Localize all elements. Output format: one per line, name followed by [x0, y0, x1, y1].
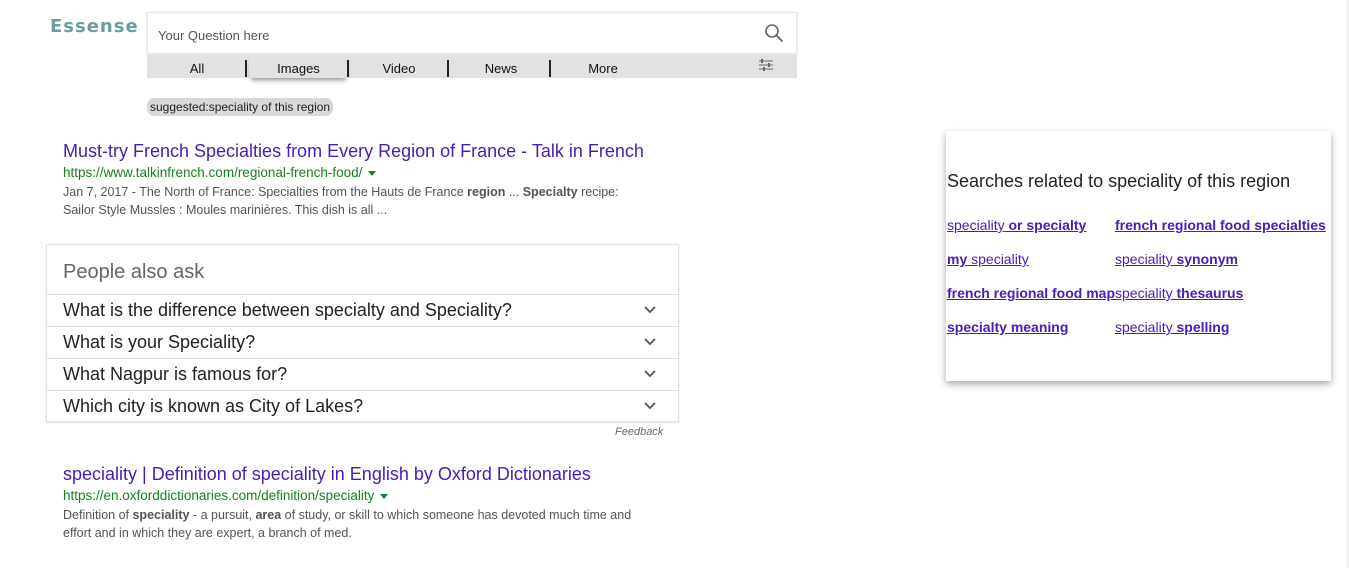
tools-sliders-icon[interactable]: [758, 58, 774, 72]
related-search-link[interactable]: speciality or specialty: [947, 217, 1086, 233]
url-dropdown-caret-icon[interactable]: [380, 493, 389, 499]
snippet-highlight: speciality: [132, 508, 190, 522]
tab-images[interactable]: Images: [249, 55, 348, 78]
paa-question[interactable]: What Nagpur is famous for?: [47, 358, 678, 391]
result-url: https://www.talkinfrench.com/regional-fr…: [63, 163, 683, 183]
search-box: [147, 12, 797, 54]
result-title-link[interactable]: Must-try French Specialties from Every R…: [63, 140, 683, 162]
tab-more[interactable]: More: [551, 55, 655, 78]
related-search-link[interactable]: speciality spelling: [1115, 319, 1229, 335]
feedback-link[interactable]: Feedback: [615, 426, 663, 438]
search-input[interactable]: [156, 23, 750, 47]
paa-question[interactable]: Which city is known as City of Lakes?: [47, 390, 678, 423]
snippet-text: Jan 7, 2017 - The North of France: Speci…: [63, 185, 468, 199]
paa-question-text: Which city is known as City of Lakes?: [63, 396, 364, 416]
search-result: Must-try French Specialties from Every R…: [63, 140, 683, 219]
related-search-link[interactable]: speciality thesaurus: [1115, 285, 1243, 301]
snippet-text: of study, or skill to which someone has …: [281, 508, 632, 522]
chevron-down-icon: [644, 338, 656, 346]
snippet-highlight: area: [255, 508, 282, 522]
paa-question-text: What Nagpur is famous for?: [63, 364, 288, 384]
search-result: speciality | Definition of speciality in…: [63, 463, 683, 542]
paa-question[interactable]: What is the difference between specialty…: [47, 294, 678, 327]
chevron-down-icon: [644, 370, 656, 378]
result-url: https://en.oxforddictionaries.com/defini…: [63, 486, 683, 506]
tab-video[interactable]: Video: [349, 55, 449, 78]
search-tabs: All Images Video News More: [147, 55, 797, 78]
people-also-ask-heading: People also ask: [63, 261, 205, 283]
related-searches-panel: Searches related to speciality of this r…: [946, 131, 1331, 381]
snippet-highlight: region: [467, 185, 506, 199]
related-search-link[interactable]: french regional food map: [947, 285, 1115, 301]
result-url-text: https://www.talkinfrench.com/regional-fr…: [63, 165, 363, 180]
result-snippet: Jan 7, 2017 - The North of France: Speci…: [63, 183, 683, 219]
related-search-link[interactable]: speciality synonym: [1115, 251, 1238, 267]
snippet-text: effort and in which they are expert, a b…: [63, 526, 352, 540]
search-icon[interactable]: [764, 23, 784, 43]
paa-question-text: What is your Speciality?: [63, 332, 256, 352]
snippet-text: - a pursuit,: [189, 508, 256, 522]
chevron-down-icon: [644, 306, 656, 314]
people-also-ask-box: People also ask What is the difference b…: [46, 244, 679, 422]
related-search-link[interactable]: french regional food specialties: [1115, 217, 1326, 233]
related-search-link[interactable]: specialty meaning: [947, 319, 1068, 335]
snippet-text: Sailor Style Mussles : Moules marinières…: [63, 203, 388, 217]
snippet-text: recipe:: [577, 185, 619, 199]
related-searches-title: Searches related to speciality of this r…: [947, 171, 1291, 191]
tab-news[interactable]: News: [449, 55, 553, 78]
snippet-text: ...: [505, 185, 523, 199]
result-url-text: https://en.oxforddictionaries.com/defini…: [63, 488, 375, 503]
snippet-text: Definition of: [63, 508, 133, 522]
url-dropdown-caret-icon[interactable]: [368, 170, 377, 176]
paa-question-text: What is the difference between specialty…: [63, 300, 512, 320]
logo[interactable]: Essense: [50, 16, 139, 37]
result-snippet: Definition of speciality - a pursuit, ar…: [63, 506, 683, 542]
snippet-highlight: Specialty: [522, 185, 578, 199]
chevron-down-icon: [644, 402, 656, 410]
related-search-link[interactable]: my speciality: [947, 251, 1029, 267]
tab-divider: [245, 60, 247, 77]
suggested-query-chip[interactable]: suggested:speciality of this region: [147, 98, 334, 116]
result-title-link[interactable]: speciality | Definition of speciality in…: [63, 463, 683, 485]
paa-question[interactable]: What is your Speciality?: [47, 326, 678, 359]
tab-all[interactable]: All: [147, 55, 247, 78]
